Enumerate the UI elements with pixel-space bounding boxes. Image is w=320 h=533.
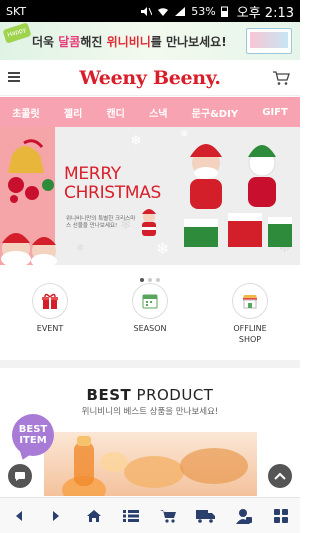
battery-percent: 53%	[191, 4, 216, 18]
category-snack[interactable]: 스낵	[149, 105, 167, 120]
chevron-up-icon	[274, 472, 286, 480]
home-button[interactable]	[84, 506, 104, 526]
santa-icon	[1, 233, 57, 265]
promo-text-brand: 위니비니	[106, 35, 151, 49]
carousel-dot[interactable]	[140, 278, 144, 282]
carousel-dot[interactable]	[156, 278, 160, 282]
bottom-nav-bar	[0, 497, 300, 533]
christmas-plush-toys	[184, 144, 292, 247]
promo-banner[interactable]: Happy 더욱 달콤해진 위니비니를 만나보세요!	[0, 22, 300, 60]
hero-banner[interactable]: ❄ ❄ ❄ ❄ ❄ ❄ MERRY CHRISTMAS 위니비니만의 특별한 크…	[0, 127, 300, 265]
promo-text-mid: 해진	[80, 35, 107, 49]
list-button[interactable]	[121, 506, 141, 526]
back-button[interactable]	[9, 506, 29, 526]
calendar-icon	[132, 283, 168, 319]
grid-icon	[274, 508, 289, 523]
chat-button[interactable]	[8, 464, 32, 488]
promo-text-suffix: 를 만나보세요!	[150, 35, 227, 49]
delivery-button[interactable]	[196, 506, 216, 526]
snowflake-icon: ❄	[76, 243, 85, 254]
shopping-cart-icon	[159, 509, 176, 523]
mute-icon	[141, 6, 153, 16]
category-nav: 초콜릿 젤리 캔디 스낵 문구&DIY GIFT	[0, 97, 300, 127]
best-item-badge-line2: ITEM	[19, 435, 47, 446]
best-product-title-bold: BEST	[86, 386, 132, 404]
list-icon	[123, 509, 140, 522]
hero-title: MERRY CHRISTMAS	[64, 165, 161, 203]
home-icon	[86, 509, 101, 522]
category-chocolate[interactable]: 초콜릿	[12, 105, 40, 120]
arrow-right-icon	[53, 510, 60, 521]
user-icon	[235, 508, 252, 524]
quick-link-season-label: SEASON	[133, 324, 167, 333]
wifi-icon	[158, 7, 169, 16]
christmas-bells-icon	[8, 139, 54, 203]
forward-button[interactable]	[46, 506, 66, 526]
hero-title-line2: CHRISTMAS	[64, 183, 162, 203]
small-santa-icon	[142, 209, 156, 236]
best-item-badge: BEST ITEM	[12, 414, 54, 456]
quick-link-offline-shop-label: OFFLINE SHOP	[233, 324, 267, 344]
hero-subtitle: 위니비니만의 특별한 크리스마스 선물을 만나보세요!	[66, 216, 136, 229]
quick-link-event-label: EVENT	[36, 324, 64, 333]
laptop-illustration	[246, 28, 292, 54]
gift-icon	[32, 283, 68, 319]
section-divider	[0, 360, 300, 368]
battery-icon	[220, 6, 228, 17]
status-bar: SKT 53% 오후 2:13	[0, 0, 300, 22]
cart-icon[interactable]	[272, 70, 290, 86]
site-logo[interactable]: Weeny Beeny.	[0, 67, 300, 89]
best-product-subtitle: 위니비니의 베스트 상품을 만나보세요!	[81, 407, 219, 417]
cart-button[interactable]	[159, 506, 179, 526]
best-item-badge-line1: BEST	[18, 424, 48, 435]
clock: 오후 2:13	[236, 5, 294, 21]
promo-text: 더욱 달콤해진 위니비니를 만나보세요!	[32, 33, 227, 50]
category-stationery-diy[interactable]: 문구&DIY	[192, 105, 238, 120]
signal-icon	[175, 6, 186, 16]
promo-text-prefix: 더욱	[32, 35, 59, 49]
best-product-title: BEST PRODUCT	[0, 386, 300, 404]
scroll-top-button[interactable]	[268, 464, 292, 488]
quick-link-season[interactable]: SEASON	[110, 283, 190, 355]
category-candy[interactable]: 캔디	[106, 105, 124, 120]
quick-link-offline-shop[interactable]: OFFLINE SHOP	[210, 283, 290, 355]
best-product-title-rest: PRODUCT	[131, 386, 214, 404]
best-product-image[interactable]	[44, 432, 257, 496]
more-button[interactable]	[271, 506, 291, 526]
category-jelly[interactable]: 젤리	[64, 105, 82, 120]
snowflake-icon: ❄	[156, 239, 170, 258]
quick-links: EVENT SEASON OFFLINE SHOP	[0, 283, 300, 355]
quick-link-event[interactable]: EVENT	[10, 283, 90, 355]
carousel-dot[interactable]	[148, 278, 152, 282]
my-page-button[interactable]	[234, 506, 254, 526]
site-header: Weeny Beeny.	[0, 60, 300, 96]
truck-icon	[196, 509, 216, 523]
chat-icon	[15, 471, 25, 481]
snowflake-icon: ❄	[130, 133, 142, 149]
happy-tag: Happy	[2, 22, 32, 44]
category-gift[interactable]: GIFT	[262, 107, 288, 118]
store-icon	[232, 283, 268, 319]
arrow-left-icon	[15, 510, 22, 521]
jelly-candy-image	[62, 436, 248, 496]
carrier-label: SKT	[6, 4, 27, 18]
promo-text-pink: 달콤	[58, 35, 81, 49]
hero-title-line1: MERRY	[64, 164, 121, 184]
